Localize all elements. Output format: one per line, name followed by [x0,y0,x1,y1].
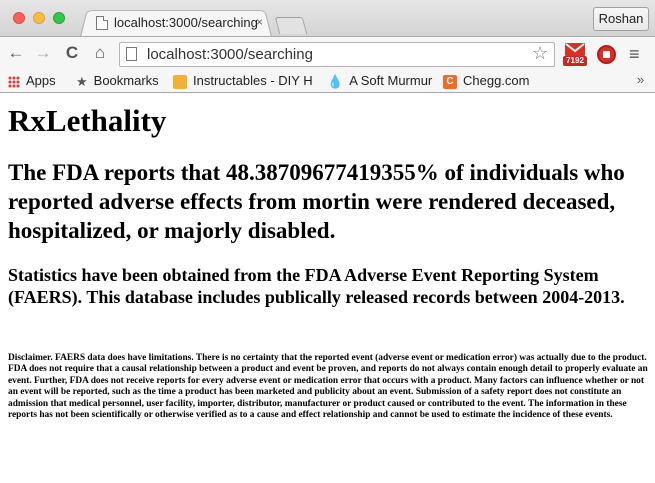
browser-tab[interactable]: localhost:3000/searching × [90,12,274,36]
page-favicon-icon [96,16,108,30]
star-icon: ★ [76,73,88,89]
browser-toolbar: ← → C ⌂ localhost:3000/searching ☆ 7192 … [0,36,655,70]
stop-extension-icon[interactable] [597,45,616,64]
lethality-headline: The FDA reports that 48.38709677419355% … [8,160,625,243]
window-close-button[interactable] [13,12,25,24]
apps-grid-icon [8,75,20,88]
window-maximize-button[interactable] [53,12,65,24]
bookmark-instructables[interactable]: Instructables - DIY H [173,72,313,90]
tab-close-icon[interactable]: × [256,15,263,29]
disclaimer-text: Disclaimer. FAERS data does have limitat… [8,353,648,421]
bookmarks-overflow-icon[interactable]: » [637,72,644,87]
back-arrow-icon[interactable]: ← [6,43,26,63]
gmail-unread-badge: 7192 [563,56,587,66]
home-icon[interactable]: ⌂ [90,43,110,63]
address-bar-url[interactable]: localhost:3000/searching [147,46,313,63]
reload-icon[interactable]: C [62,43,82,63]
bookmark-star-icon[interactable]: ☆ [532,43,548,64]
window-minimize-button[interactable] [33,12,45,24]
page-content: RxLethality The FDA reports that 48.3870… [0,93,655,483]
new-tab-button[interactable] [274,17,308,34]
bookmark-bookmarks[interactable]: ★ Bookmarks [76,72,159,90]
bookmarks-bar: Apps ★ Bookmarks Instructables - DIY H 💧 A… [0,70,655,93]
address-bar[interactable]: localhost:3000/searching ☆ [119,42,555,67]
bookmark-label: Bookmarks [93,73,159,88]
profile-button[interactable]: Roshan [593,7,649,31]
forward-arrow-icon[interactable]: → [33,43,53,63]
window-titlebar: localhost:3000/searching × Roshan [0,0,655,38]
bookmark-label: Instructables - DIY H [193,73,313,88]
bookmark-apps[interactable]: Apps [8,72,56,90]
bookmark-chegg[interactable]: C Chegg.com [443,72,529,90]
water-drop-icon: 💧 [327,73,344,89]
instructables-icon [173,74,187,89]
chegg-icon: C [443,74,457,89]
gmail-extension-button[interactable]: 7192 [563,42,587,66]
gmail-icon [565,43,585,56]
statistics-note: Statistics have been obtained from the F… [8,265,625,307]
site-title: RxLethality [8,103,167,138]
tab-title: localhost:3000/searching [114,15,258,30]
page-icon [126,47,137,61]
bookmark-label: A Soft Murmur [349,73,433,88]
bookmark-label: Apps [26,73,56,88]
bookmark-a-soft-murmur[interactable]: 💧 A Soft Murmur [327,72,432,90]
chrome-menu-icon[interactable]: ≡ [629,44,640,65]
bookmark-label: Chegg.com [463,73,530,88]
